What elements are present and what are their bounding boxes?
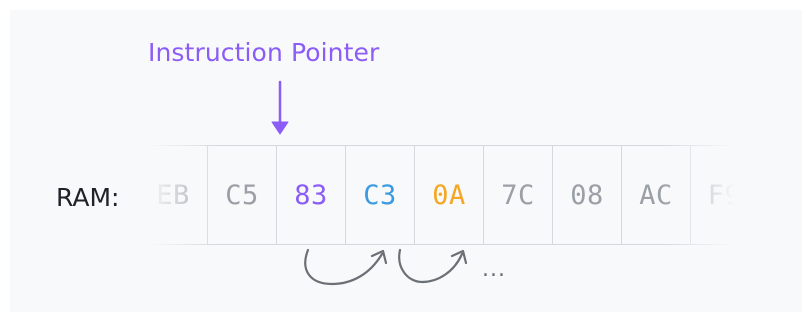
ram-label: RAM: xyxy=(56,183,120,212)
ram-cell: EB xyxy=(138,145,207,245)
ram-cell: F9 xyxy=(690,145,759,245)
instruction-pointer-label: Instruction Pointer xyxy=(148,38,380,67)
instruction-pointer-arrow xyxy=(271,80,289,135)
continuation-ellipsis: ... xyxy=(482,257,506,282)
ram-cell: C5 xyxy=(207,145,276,245)
diagram-stage: Instruction Pointer RAM: EB C5 83 C3 0A … xyxy=(0,0,812,322)
ram-cell-current: 83 xyxy=(276,145,345,245)
advance-arrows: ... xyxy=(304,248,506,286)
ram-cell: AC xyxy=(621,145,690,245)
ram-cells-row: EB C5 83 C3 0A 7C 08 AC F9 xyxy=(138,145,759,245)
ram-cell-after-next: 0A xyxy=(414,145,483,245)
ram-cell: 7C xyxy=(483,145,552,245)
ram-cell-next: C3 xyxy=(345,145,414,245)
advance-arc-1 xyxy=(304,248,384,286)
ram-cell: 08 xyxy=(552,145,621,245)
